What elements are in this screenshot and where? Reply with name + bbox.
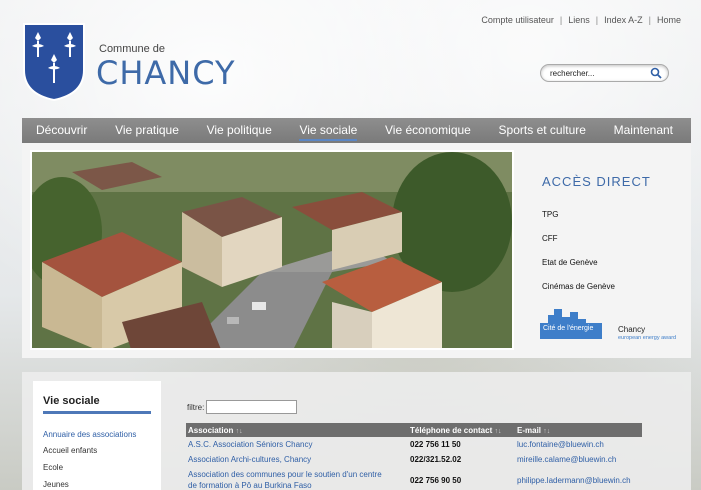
util-link-compte[interactable]: Compte utilisateur <box>481 15 554 25</box>
contact-phone: 022/321.52.02 <box>410 455 462 464</box>
util-link-home[interactable]: Home <box>657 15 681 25</box>
association-name[interactable]: A.S.C. Association Séniors Chancy <box>188 440 313 449</box>
contact-email[interactable]: mireille.calame@bluewin.ch <box>517 455 616 464</box>
sidebar-item-accueil-enfants[interactable]: Accueil enfants <box>43 446 97 455</box>
nav-item-vie-pratique[interactable]: Vie pratique <box>115 118 179 143</box>
nav-item-decouvrir[interactable]: Découvrir <box>36 118 87 143</box>
utility-links: Compte utilisateur | Liens | Index A-Z |… <box>481 15 681 25</box>
hero-photo <box>30 150 514 350</box>
acces-link-tpg[interactable]: TPG <box>542 210 558 219</box>
nav-item-vie-sociale[interactable]: Vie sociale <box>299 118 357 143</box>
association-name[interactable]: Association Archi-cultures, Chancy <box>188 455 311 464</box>
sidebar-divider <box>43 411 151 414</box>
acces-link-cinemas[interactable]: Cinémas de Genève <box>542 282 615 291</box>
sidebar-item-jeunes[interactable]: Jeunes <box>43 480 69 489</box>
contact-email[interactable]: luc.fontaine@bluewin.ch <box>517 440 604 449</box>
column-header-association[interactable]: Association ↑↓ <box>188 426 243 435</box>
cite-energie-badge[interactable]: Cité de l'énergie Chancy european energy… <box>540 305 689 345</box>
badge-right-text: Chancy <box>618 325 646 334</box>
coat-of-arms-logo[interactable] <box>22 22 86 102</box>
nav-item-maintenant[interactable]: Maintenant <box>614 118 673 143</box>
village-aerial-image <box>32 152 512 348</box>
contact-phone: 022 756 90 50 <box>410 476 462 485</box>
site-title[interactable]: CHANCY <box>96 54 236 92</box>
column-header-email[interactable]: E-mail ↑↓ <box>517 426 550 435</box>
nav-item-sports-culture[interactable]: Sports et culture <box>499 118 586 143</box>
sidebar-item-annuaire[interactable]: Annuaire des associations <box>43 430 136 439</box>
filter-input[interactable] <box>206 400 297 414</box>
nav-item-vie-economique[interactable]: Vie économique <box>385 118 471 143</box>
association-name-continued[interactable]: de formation à Pô au Burkina Faso <box>188 481 312 490</box>
acces-link-cff[interactable]: CFF <box>542 234 558 243</box>
separator: | <box>648 15 651 25</box>
table-header: Association ↑↓ Téléphone de contact ↑↓ E… <box>186 423 642 437</box>
search-placeholder: rechercher... <box>550 68 595 78</box>
badge-left-text: Cité de l'énergie <box>543 325 594 332</box>
separator: | <box>595 15 599 25</box>
sort-icon[interactable]: ↑↓ <box>236 428 243 435</box>
sidebar-item-ecole[interactable]: Ecole <box>43 463 63 472</box>
acces-direct-title: ACCÈS DIRECT <box>542 174 651 189</box>
main-nav: Découvrir Vie pratique Vie politique Vie… <box>22 118 691 143</box>
nav-item-vie-politique[interactable]: Vie politique <box>207 118 272 143</box>
filter-label: filtre: <box>187 403 205 412</box>
util-link-index[interactable]: Index A-Z <box>604 15 643 25</box>
sort-icon[interactable]: ↑↓ <box>494 428 501 435</box>
sidebar-title: Vie sociale <box>43 395 100 407</box>
util-link-liens[interactable]: Liens <box>568 15 590 25</box>
acces-link-etat-geneve[interactable]: Etat de Genève <box>542 258 598 267</box>
separator: | <box>559 15 563 25</box>
contact-email[interactable]: philippe.ladermann@bluewin.ch <box>517 476 631 485</box>
search-input[interactable]: rechercher... <box>540 64 669 82</box>
sidebar: Vie sociale Annuaire des associations Ac… <box>33 381 161 490</box>
contact-phone: 022 756 11 50 <box>410 440 461 449</box>
column-header-telephone[interactable]: Téléphone de contact ↑↓ <box>410 426 501 435</box>
sort-icon[interactable]: ↑↓ <box>543 428 550 435</box>
search-icon[interactable] <box>650 67 662 79</box>
badge-sub-text: european energy award <box>618 335 677 341</box>
association-name[interactable]: Association des communes pour le soutien… <box>188 470 382 479</box>
